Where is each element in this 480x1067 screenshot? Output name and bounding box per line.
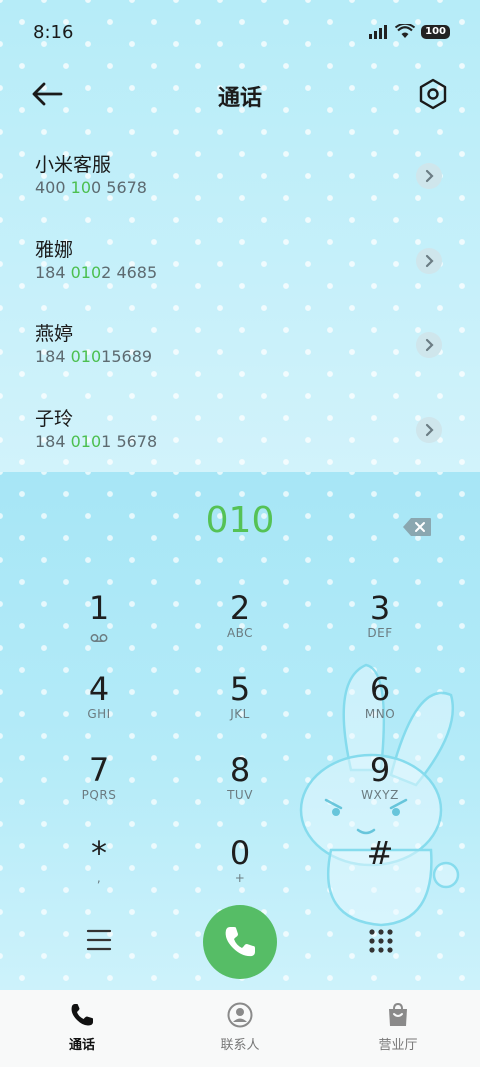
contact-number: 184 0101 5678 — [35, 431, 158, 451]
key-3[interactable]: 3 DEF — [320, 588, 440, 658]
key-digit: 4 — [88, 670, 110, 708]
key-digit: 2 — [229, 589, 251, 627]
contact-number: 400 100 5678 — [35, 178, 147, 197]
page-title: 通话 — [217, 86, 262, 111]
status-bar: 8:16 100 — [0, 0, 480, 66]
key-letters: ABC — [226, 626, 254, 640]
key-1[interactable]: 1 — [39, 588, 159, 658]
contact-name: 子玲 — [35, 407, 74, 430]
chevron-right-icon[interactable] — [416, 416, 442, 443]
key-hash[interactable]: # — [320, 833, 440, 903]
key-letters: + — [234, 871, 246, 885]
key-5[interactable]: 5 JKL — [180, 669, 300, 739]
contact-row[interactable]: 雅娜 184 0102 4685 — [0, 225, 480, 310]
shopping-bag-icon — [389, 1002, 407, 1026]
key-letters: WXYZ — [361, 788, 399, 802]
phone-icon — [71, 1004, 93, 1026]
key-6[interactable]: 6 MNO — [320, 669, 440, 739]
key-0[interactable]: 0 + — [180, 833, 300, 903]
contact-row[interactable]: 燕婷 184 01015689 — [0, 309, 480, 394]
menu-icon[interactable] — [86, 928, 112, 952]
top-bar: 通话 — [0, 70, 480, 120]
tab-label: 营业厅 — [378, 1038, 418, 1053]
battery-indicator: 100 — [421, 24, 450, 39]
key-9[interactable]: 9 WXYZ — [320, 750, 440, 820]
contact-row[interactable]: 子玲 184 0101 5678 — [0, 394, 480, 479]
tab-calls[interactable]: 通话 — [22, 990, 142, 1067]
voicemail-icon — [90, 634, 108, 642]
key-letters: , — [96, 871, 102, 885]
settings-hexagon-icon[interactable] — [418, 78, 448, 110]
key-digit: * — [91, 834, 107, 872]
status-time: 8:16 — [33, 22, 74, 43]
contact-number: 184 0102 4685 — [35, 262, 158, 282]
call-button[interactable] — [203, 905, 277, 979]
key-digit: 6 — [369, 670, 391, 708]
contact-row[interactable]: 小米客服 400 100 5678 — [0, 140, 480, 225]
contact-name: 雅娜 — [35, 238, 74, 261]
chevron-right-icon[interactable] — [416, 332, 442, 358]
dialpad-toggle-icon[interactable] — [368, 928, 394, 954]
backspace-icon[interactable] — [402, 517, 432, 537]
contact-name: 燕婷 — [35, 323, 74, 345]
key-star[interactable]: * , — [39, 833, 159, 903]
key-digit: 5 — [229, 670, 251, 708]
status-icons: 100 — [369, 24, 450, 39]
contact-number: 184 01015689 — [35, 347, 153, 366]
key-2[interactable]: 2 ABC — [180, 588, 300, 658]
key-4[interactable]: 4 GHI — [39, 669, 159, 739]
key-digit: 3 — [369, 589, 391, 627]
contact-suggestion-list: 小米客服 400 100 5678 雅娜 184 0102 4685 燕婷 18… — [0, 140, 480, 478]
key-letters: PQRS — [81, 788, 117, 802]
tab-contacts[interactable]: 联系人 — [180, 990, 300, 1067]
key-letters: GHI — [87, 707, 111, 721]
key-letters: MNO — [364, 707, 396, 721]
tab-label: 通话 — [68, 1038, 95, 1053]
wifi-icon — [395, 24, 416, 38]
key-digit: 0 — [229, 834, 251, 872]
key-8[interactable]: 8 TUV — [180, 750, 300, 820]
key-digit: 1 — [88, 589, 110, 627]
key-letters: TUV — [227, 788, 253, 802]
tab-label: 联系人 — [220, 1038, 260, 1053]
bottom-tab-bar: 通话 联系人 营业厅 — [0, 990, 480, 1067]
key-digit: 7 — [88, 751, 110, 789]
key-digit: 9 — [369, 751, 391, 789]
contact-name: 小米客服 — [35, 154, 112, 176]
phone-call-icon — [225, 927, 255, 957]
key-letters: JKL — [230, 707, 250, 721]
tab-business-hall[interactable]: 营业厅 — [338, 990, 458, 1067]
key-digit: # — [366, 834, 394, 872]
chevron-right-icon[interactable] — [416, 163, 442, 189]
signal-icon — [369, 24, 388, 39]
person-icon — [227, 1002, 253, 1028]
chevron-right-icon[interactable] — [416, 247, 442, 274]
key-7[interactable]: 7 PQRS — [39, 750, 159, 820]
key-digit: 8 — [229, 751, 251, 789]
key-letters: DEF — [367, 626, 393, 640]
